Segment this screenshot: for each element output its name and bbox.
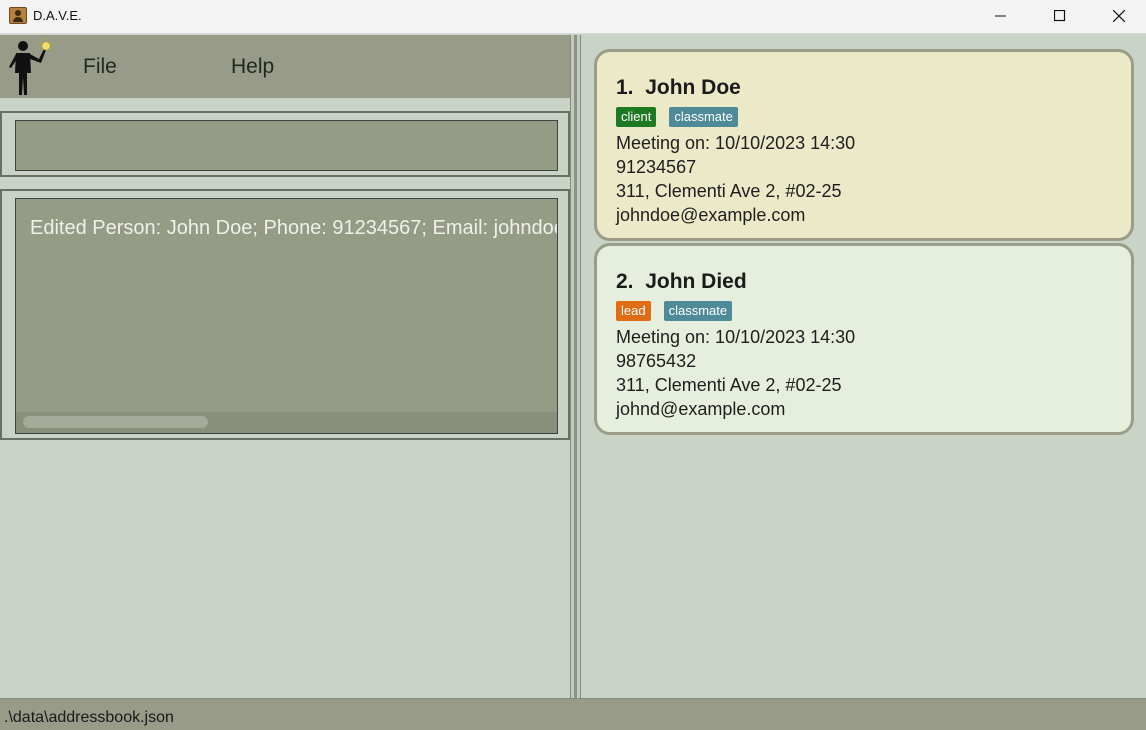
left-panel: File Help Edited Person: John Doe; Phone… xyxy=(0,35,570,698)
minimize-button[interactable] xyxy=(972,0,1030,32)
person-name: 2. John Died xyxy=(616,270,1131,296)
split-divider[interactable] xyxy=(570,35,581,698)
tag-client: client xyxy=(616,107,657,127)
dave-logo-icon xyxy=(9,38,53,95)
result-display[interactable]: Edited Person: John Doe; Phone: 91234567… xyxy=(15,198,558,434)
person-email: johndoe@example.com xyxy=(616,205,806,225)
minimize-icon xyxy=(995,15,1006,17)
menu-file[interactable]: File xyxy=(83,55,117,79)
person-address: 311, Clementi Ave 2, #02-25 xyxy=(616,375,842,395)
person-card[interactable]: 1. John Doe client classmate Meeting on:… xyxy=(594,49,1134,241)
tag-list: client classmate xyxy=(616,107,1131,129)
tag-classmate: classmate xyxy=(669,107,738,127)
result-message: Edited Person: John Doe; Phone: 91234567… xyxy=(30,217,557,239)
person-meeting: Meeting on: 10/10/2023 14:30 xyxy=(616,133,856,153)
result-display-panel: Edited Person: John Doe; Phone: 91234567… xyxy=(0,189,570,440)
tag-classmate: classmate xyxy=(663,301,733,321)
command-box xyxy=(0,111,570,177)
person-email: johnd@example.com xyxy=(616,399,786,419)
person-list-panel: 1. John Doe client classmate Meeting on:… xyxy=(581,35,1146,698)
person-meeting: Meeting on: 10/10/2023 14:30 xyxy=(616,327,856,347)
person-phone: 91234567 xyxy=(616,157,697,177)
window-title: D.A.V.E. xyxy=(33,8,82,23)
menu-bar: File Help xyxy=(0,35,570,98)
title-bar: D.A.V.E. xyxy=(0,0,1146,34)
status-bar: .\data\addressbook.json xyxy=(0,698,1146,730)
scrollbar-thumb[interactable] xyxy=(23,416,208,428)
tag-list: lead classmate xyxy=(616,301,1131,323)
person-name-text: John Died xyxy=(645,270,747,293)
address-book-icon xyxy=(9,7,27,24)
person-phone: 98765432 xyxy=(616,351,697,371)
person-index: 2. xyxy=(616,270,634,293)
close-icon xyxy=(1113,10,1125,22)
save-location: .\data\addressbook.json xyxy=(4,709,174,726)
command-input[interactable] xyxy=(15,120,558,171)
person-index: 1. xyxy=(616,76,634,99)
tag-lead: lead xyxy=(616,301,651,321)
person-card[interactable]: 2. John Died lead classmate Meeting on: … xyxy=(594,243,1134,435)
maximize-button[interactable] xyxy=(1031,0,1089,32)
person-name: 1. John Doe xyxy=(616,76,1131,102)
maximize-icon xyxy=(1054,10,1066,22)
horizontal-scrollbar[interactable] xyxy=(16,412,557,433)
close-button[interactable] xyxy=(1090,0,1146,32)
person-address: 311, Clementi Ave 2, #02-25 xyxy=(616,181,842,201)
menu-help[interactable]: Help xyxy=(231,55,274,79)
person-name-text: John Doe xyxy=(645,76,741,99)
